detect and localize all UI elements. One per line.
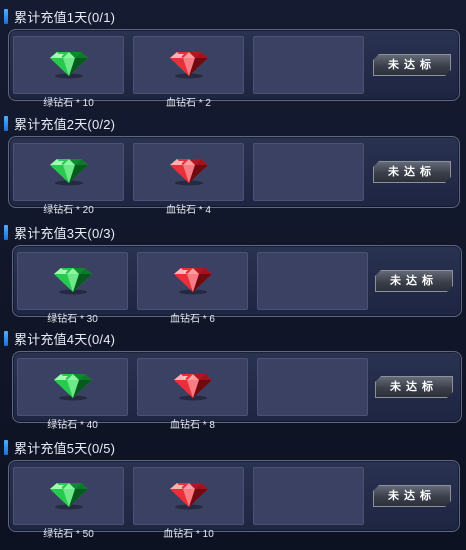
- reward-title: 累计充值5天(0/5): [14, 440, 116, 456]
- reward-list: 累计充值1天(0/1) 绿钻石 * 10 血钻石 * 2 未达标 累计充值2天(0/…: [0, 0, 466, 550]
- header-marker: [4, 115, 8, 131]
- reward-header: 累计充值4天(0/4): [4, 328, 115, 348]
- reward-header: 累计充值2天(0/2): [4, 113, 115, 133]
- not-reached-button[interactable]: 未达标: [373, 54, 451, 76]
- reward-section: 累计充值2天(0/2) 绿钻石 * 20 血钻石 * 4 未达标: [0, 113, 466, 216]
- green-diamond-icon: [53, 365, 93, 401]
- green-diamond-icon: [53, 259, 93, 295]
- reward-slot[interactable]: [137, 358, 248, 416]
- not-reached-button[interactable]: 未达标: [375, 270, 453, 292]
- not-reached-button[interactable]: 未达标: [373, 485, 451, 507]
- reward-slot[interactable]: [17, 252, 128, 310]
- header-marker: [4, 224, 8, 240]
- not-reached-button[interactable]: 未达标: [375, 376, 453, 398]
- reward-slot[interactable]: [13, 36, 124, 94]
- item-label: 血钻石 * 6: [169, 314, 215, 325]
- reward-card: 绿钻石 * 10 血钻石 * 2 未达标: [8, 29, 460, 109]
- reward-slot[interactable]: [133, 143, 244, 201]
- reward-card: 绿钻石 * 20 血钻石 * 4 未达标: [8, 136, 460, 216]
- item-label: 血钻石 * 4: [165, 205, 211, 216]
- empty-slot: [257, 252, 368, 310]
- empty-slot: [253, 143, 364, 201]
- reward-title: 累计充值1天(0/1): [14, 9, 116, 25]
- empty-slot: [253, 467, 364, 525]
- header-marker: [4, 330, 8, 346]
- not-reached-button[interactable]: 未达标: [373, 161, 451, 183]
- reward-section: 累计充值1天(0/1) 绿钻石 * 10 血钻石 * 2 未达标: [0, 6, 466, 109]
- reward-section: 累计充值5天(0/5) 绿钻石 * 50 血钻石 * 10 未达标: [0, 437, 466, 540]
- empty-slot: [257, 358, 368, 416]
- red-diamond-icon: [173, 365, 213, 401]
- reward-section: 累计充值4天(0/4) 绿钻石 * 40 血钻石 * 8 未达标: [0, 328, 466, 431]
- reward-header: 累计充值3天(0/3): [4, 222, 115, 242]
- reward-header: 累计充值5天(0/5): [4, 437, 115, 457]
- empty-slot: [253, 36, 364, 94]
- red-diamond-icon: [169, 43, 209, 79]
- reward-card: 绿钻石 * 50 血钻石 * 10 未达标: [8, 460, 460, 540]
- reward-title: 累计充值2天(0/2): [14, 116, 116, 132]
- reward-title: 累计充值4天(0/4): [14, 331, 116, 347]
- header-marker: [4, 8, 8, 24]
- reward-slot[interactable]: [13, 143, 124, 201]
- header-marker: [4, 439, 8, 455]
- item-label: 绿钻石 * 30: [47, 314, 98, 325]
- reward-slot[interactable]: [133, 467, 244, 525]
- reward-slot[interactable]: [13, 467, 124, 525]
- green-diamond-icon: [49, 474, 89, 510]
- reward-slot[interactable]: [137, 252, 248, 310]
- reward-card: 绿钻石 * 40 血钻石 * 8 未达标: [12, 351, 462, 431]
- reward-card: 绿钻石 * 30 血钻石 * 6 未达标: [12, 245, 462, 325]
- item-label: 绿钻石 * 10: [43, 98, 94, 109]
- green-diamond-icon: [49, 150, 89, 186]
- red-diamond-icon: [169, 150, 209, 186]
- red-diamond-icon: [169, 474, 209, 510]
- reward-title: 累计充值3天(0/3): [14, 225, 116, 241]
- reward-slot[interactable]: [133, 36, 244, 94]
- item-label: 绿钻石 * 20: [43, 205, 94, 216]
- reward-slot[interactable]: [17, 358, 128, 416]
- red-diamond-icon: [173, 259, 213, 295]
- item-label: 绿钻石 * 40: [47, 420, 98, 431]
- item-label: 血钻石 * 8: [169, 420, 215, 431]
- reward-header: 累计充值1天(0/1): [4, 6, 115, 26]
- item-label: 血钻石 * 2: [165, 98, 211, 109]
- green-diamond-icon: [49, 43, 89, 79]
- reward-section: 累计充值3天(0/3) 绿钻石 * 30 血钻石 * 6 未达标: [0, 222, 466, 325]
- item-label: 绿钻石 * 50: [43, 529, 94, 540]
- item-label: 血钻石 * 10: [163, 529, 214, 540]
